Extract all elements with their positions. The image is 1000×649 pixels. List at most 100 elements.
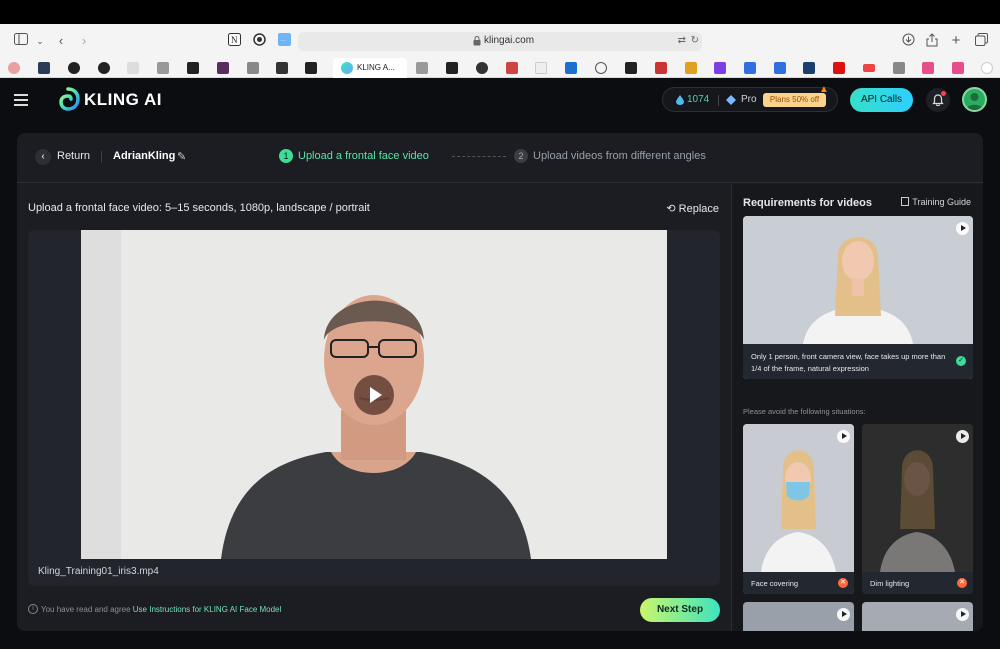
credits-widget[interactable]: 1074 Pro Plans 50% off ▲ bbox=[662, 84, 838, 112]
tab-favicon-icon[interactable] bbox=[416, 62, 428, 74]
tab-favicon-icon[interactable] bbox=[922, 62, 934, 74]
replace-button[interactable]: ⟲ Replace bbox=[666, 202, 719, 215]
notion-extension-icon[interactable]: N bbox=[226, 33, 242, 49]
tab-favicon-icon[interactable] bbox=[744, 62, 756, 74]
good-example-thumbnail bbox=[743, 216, 973, 344]
address-bar[interactable]: klingai.com ⇄ ↻ bbox=[298, 32, 702, 51]
tab-favicon-icon[interactable] bbox=[98, 62, 110, 74]
good-example-text: Only 1 person, front camera view, face t… bbox=[751, 352, 946, 373]
tab-favicon-icon[interactable] bbox=[565, 62, 577, 74]
upload-instructions: Upload a frontal face video: 5–15 second… bbox=[28, 202, 370, 214]
new-tab-icon[interactable]: + bbox=[948, 33, 964, 49]
bad-example-face-covering[interactable]: Face covering ✕ bbox=[743, 424, 854, 594]
share-icon[interactable] bbox=[924, 33, 940, 49]
kling-app: KLING AI 1074 Pro Plans 50% off ▲ API Ca… bbox=[0, 78, 1000, 649]
play-icon[interactable] bbox=[837, 608, 850, 621]
upload-section: Upload a frontal face video: 5–15 second… bbox=[17, 184, 730, 631]
record-extension-icon[interactable] bbox=[251, 33, 267, 49]
tab-favicon-icon[interactable] bbox=[863, 64, 875, 72]
notifications-button[interactable] bbox=[926, 88, 950, 112]
check-icon: ✓ bbox=[956, 356, 966, 366]
tab-favicon-icon[interactable] bbox=[187, 62, 199, 74]
screen: ⌄ ‹ › N ··· klingai.com ⇄ ↻ + KLING A...… bbox=[0, 0, 1000, 649]
tab-favicon-icon[interactable] bbox=[893, 62, 905, 74]
tab-favicon-icon[interactable] bbox=[305, 62, 317, 74]
return-button[interactable]: Return bbox=[57, 150, 90, 162]
play-icon[interactable] bbox=[956, 430, 969, 443]
tab-favicon-icon[interactable] bbox=[506, 62, 518, 74]
lock-icon bbox=[473, 36, 481, 46]
plans-badge[interactable]: Plans 50% off bbox=[763, 93, 826, 107]
tab-favicon-icon[interactable] bbox=[127, 62, 139, 74]
play-icon[interactable] bbox=[956, 608, 969, 621]
reload-icon[interactable]: ↻ bbox=[691, 35, 699, 46]
training-guide-link[interactable]: Training Guide bbox=[901, 197, 971, 207]
play-icon[interactable] bbox=[837, 430, 850, 443]
dim-lighting-thumbnail bbox=[862, 424, 973, 572]
close-icon: ✕ bbox=[957, 578, 967, 588]
tab-label: KLING A... bbox=[357, 63, 395, 72]
edit-icon[interactable]: ✎ bbox=[177, 150, 186, 163]
notification-dot bbox=[941, 91, 946, 96]
back-icon[interactable]: ‹ bbox=[53, 33, 69, 49]
close-icon: ✕ bbox=[838, 578, 848, 588]
step-2-label: Upload videos from different angles bbox=[533, 150, 706, 162]
play-button[interactable] bbox=[354, 375, 394, 415]
tab-favicon-icon[interactable] bbox=[38, 62, 50, 74]
browser-toolbar: ⌄ ‹ › N ··· klingai.com ⇄ ↻ + bbox=[0, 24, 1000, 58]
tab-favicon-icon[interactable] bbox=[276, 62, 288, 74]
tab-favicon-icon[interactable] bbox=[655, 62, 667, 74]
back-arrow-icon[interactable]: ‹ bbox=[35, 149, 51, 165]
forward-icon[interactable]: › bbox=[76, 33, 92, 49]
kling-favicon-icon bbox=[341, 62, 353, 74]
tab-favicon-icon[interactable] bbox=[8, 62, 20, 74]
requirements-sidebar: Requirements for videos Training Guide O… bbox=[731, 184, 983, 631]
requirements-title: Requirements for videos bbox=[743, 197, 872, 209]
api-calls-button[interactable]: API Calls bbox=[850, 88, 913, 112]
tab-favicon-icon[interactable] bbox=[446, 62, 458, 74]
tab-favicon-icon[interactable] bbox=[68, 62, 80, 74]
translate-icon[interactable]: ⇄ bbox=[678, 35, 686, 46]
training-panel: ‹ Return AdrianKling ✎ 1 Upload a fronta… bbox=[17, 133, 983, 631]
tab-favicon-icon[interactable] bbox=[981, 62, 993, 74]
tab-favicon-icon[interactable] bbox=[595, 62, 607, 74]
plan-name: Pro bbox=[741, 94, 757, 105]
tab-favicon-icon[interactable] bbox=[157, 62, 169, 74]
model-name: AdrianKling bbox=[113, 150, 176, 162]
good-example-video[interactable]: Only 1 person, front camera view, face t… bbox=[743, 216, 973, 379]
instructions-link[interactable]: Use Instructions for KLING AI Face Model bbox=[133, 605, 282, 614]
tab-favicon-icon[interactable] bbox=[803, 62, 815, 74]
tab-favicon-icon[interactable] bbox=[685, 62, 697, 74]
video-frame[interactable] bbox=[81, 230, 667, 559]
credits-balance: 1074 bbox=[687, 94, 710, 105]
tab-favicon-icon[interactable] bbox=[714, 62, 726, 74]
tab-favicon-icon[interactable] bbox=[476, 62, 488, 74]
tab-favicon-icon[interactable] bbox=[535, 62, 547, 74]
tab-favicon-icon[interactable] bbox=[217, 62, 229, 74]
sidebar-toggle-icon[interactable] bbox=[13, 33, 29, 49]
tab-favicon-icon[interactable] bbox=[952, 62, 964, 74]
play-icon[interactable] bbox=[956, 222, 969, 235]
bad-example-thumbnail-partial[interactable] bbox=[862, 602, 973, 631]
bad-example-thumbnail-partial[interactable] bbox=[743, 602, 854, 631]
next-step-button[interactable]: Next Step bbox=[640, 598, 720, 622]
chevron-down-icon[interactable]: ⌄ bbox=[32, 33, 48, 49]
face-covering-thumbnail bbox=[743, 424, 854, 572]
extension-icon[interactable]: ··· bbox=[276, 33, 292, 49]
tab-favicon-icon[interactable] bbox=[833, 62, 845, 74]
brand-name: KLING AI bbox=[84, 90, 162, 109]
bad-example-label: Face covering bbox=[751, 579, 799, 588]
kling-logo-icon bbox=[59, 87, 80, 111]
replace-label: Replace bbox=[678, 203, 719, 215]
tab-favicon-icon[interactable] bbox=[625, 62, 637, 74]
tab-overview-icon[interactable] bbox=[973, 33, 989, 49]
bad-example-dim-lighting[interactable]: Dim lighting ✕ bbox=[862, 424, 973, 594]
video-preview: Kling_Training01_iris3.mp4 bbox=[28, 230, 720, 586]
download-icon[interactable] bbox=[900, 33, 916, 49]
tab-favicon-icon[interactable] bbox=[774, 62, 786, 74]
avatar[interactable] bbox=[962, 87, 987, 112]
tab-kling-ai[interactable]: KLING A... bbox=[333, 58, 407, 78]
panel-header: ‹ Return AdrianKling ✎ 1 Upload a fronta… bbox=[17, 133, 983, 183]
tab-favicon-icon[interactable] bbox=[247, 62, 259, 74]
menu-icon[interactable] bbox=[14, 94, 28, 106]
